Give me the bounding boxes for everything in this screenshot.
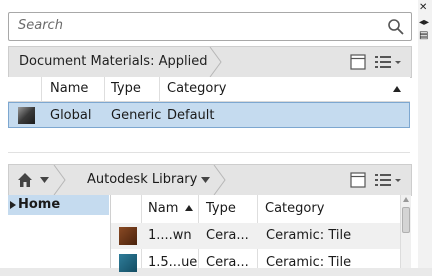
row-category: Ceramic: Tile <box>266 228 352 243</box>
library-breadcrumb-bar: Autodesk Library <box>8 164 412 196</box>
row-category: Default <box>167 108 215 123</box>
row-name: 1....wn <box>148 228 192 243</box>
material-thumbnail-icon <box>119 227 137 245</box>
table-row[interactable]: 1....wn Cera... Ceramic: Tile <box>111 223 400 249</box>
library-list: Nam Type Category 1....wn Cera... Cerami… <box>111 195 400 272</box>
search-box[interactable] <box>8 12 412 41</box>
sort-asc-icon[interactable] <box>185 205 193 211</box>
palette-side-strip: ✕ ◂▸ ▤ <box>418 0 432 268</box>
breadcrumb-arrow-icon <box>209 47 222 77</box>
document-materials-title[interactable]: Document Materials: Applied <box>19 54 207 69</box>
tree-expand-icon[interactable] <box>10 201 16 209</box>
auto-hide-icon[interactable]: ◂▸ <box>419 18 429 28</box>
library-title[interactable]: Autodesk Library <box>87 172 197 187</box>
column-header-category[interactable]: Category <box>265 201 324 216</box>
table-row[interactable]: Global Generic Default <box>8 102 410 128</box>
column-header-type[interactable]: Type <box>206 201 236 216</box>
table-row[interactable]: 1.5...ue Cera... Ceramic: Tile <box>111 250 400 276</box>
tree-item-home[interactable]: Home <box>8 195 109 215</box>
column-header-name[interactable]: Nam <box>148 201 178 216</box>
column-header-type[interactable]: Type <box>111 81 141 96</box>
sort-up-icon[interactable] <box>393 86 401 92</box>
breadcrumb-arrow-icon <box>53 165 66 195</box>
view-toggle-icon[interactable] <box>350 172 366 188</box>
scroll-up-icon[interactable] <box>403 197 409 202</box>
search-input[interactable] <box>9 13 388 38</box>
row-type: Generic <box>111 108 162 123</box>
view-toggle-icon[interactable] <box>350 54 366 70</box>
table-row-empty <box>8 128 410 153</box>
properties-icon[interactable]: ▤ <box>419 31 428 41</box>
scrollbar-thumb[interactable] <box>402 207 410 233</box>
home-icon[interactable] <box>17 172 33 188</box>
material-swatch-icon <box>18 107 35 124</box>
search-icon[interactable] <box>387 18 405 36</box>
breadcrumb-arrow-icon <box>213 165 226 195</box>
row-name: Global <box>50 108 92 123</box>
chevron-down-icon[interactable] <box>201 177 210 183</box>
tree-item-label: Home <box>18 197 61 212</box>
material-thumbnail-icon <box>119 254 137 272</box>
close-icon[interactable]: ✕ <box>419 3 427 13</box>
chevron-down-icon[interactable] <box>40 177 49 183</box>
list-options-icon[interactable] <box>374 172 402 188</box>
library-tree: Home <box>8 195 111 268</box>
list-options-icon[interactable] <box>374 54 402 70</box>
column-header-name[interactable]: Name <box>50 81 88 96</box>
table-header: Name Type Category <box>8 77 410 102</box>
document-materials-bar: Document Materials: Applied <box>8 46 412 78</box>
vertical-scrollbar[interactable] <box>400 195 411 268</box>
row-type: Cera... <box>206 228 249 243</box>
column-header-category[interactable]: Category <box>167 81 226 96</box>
